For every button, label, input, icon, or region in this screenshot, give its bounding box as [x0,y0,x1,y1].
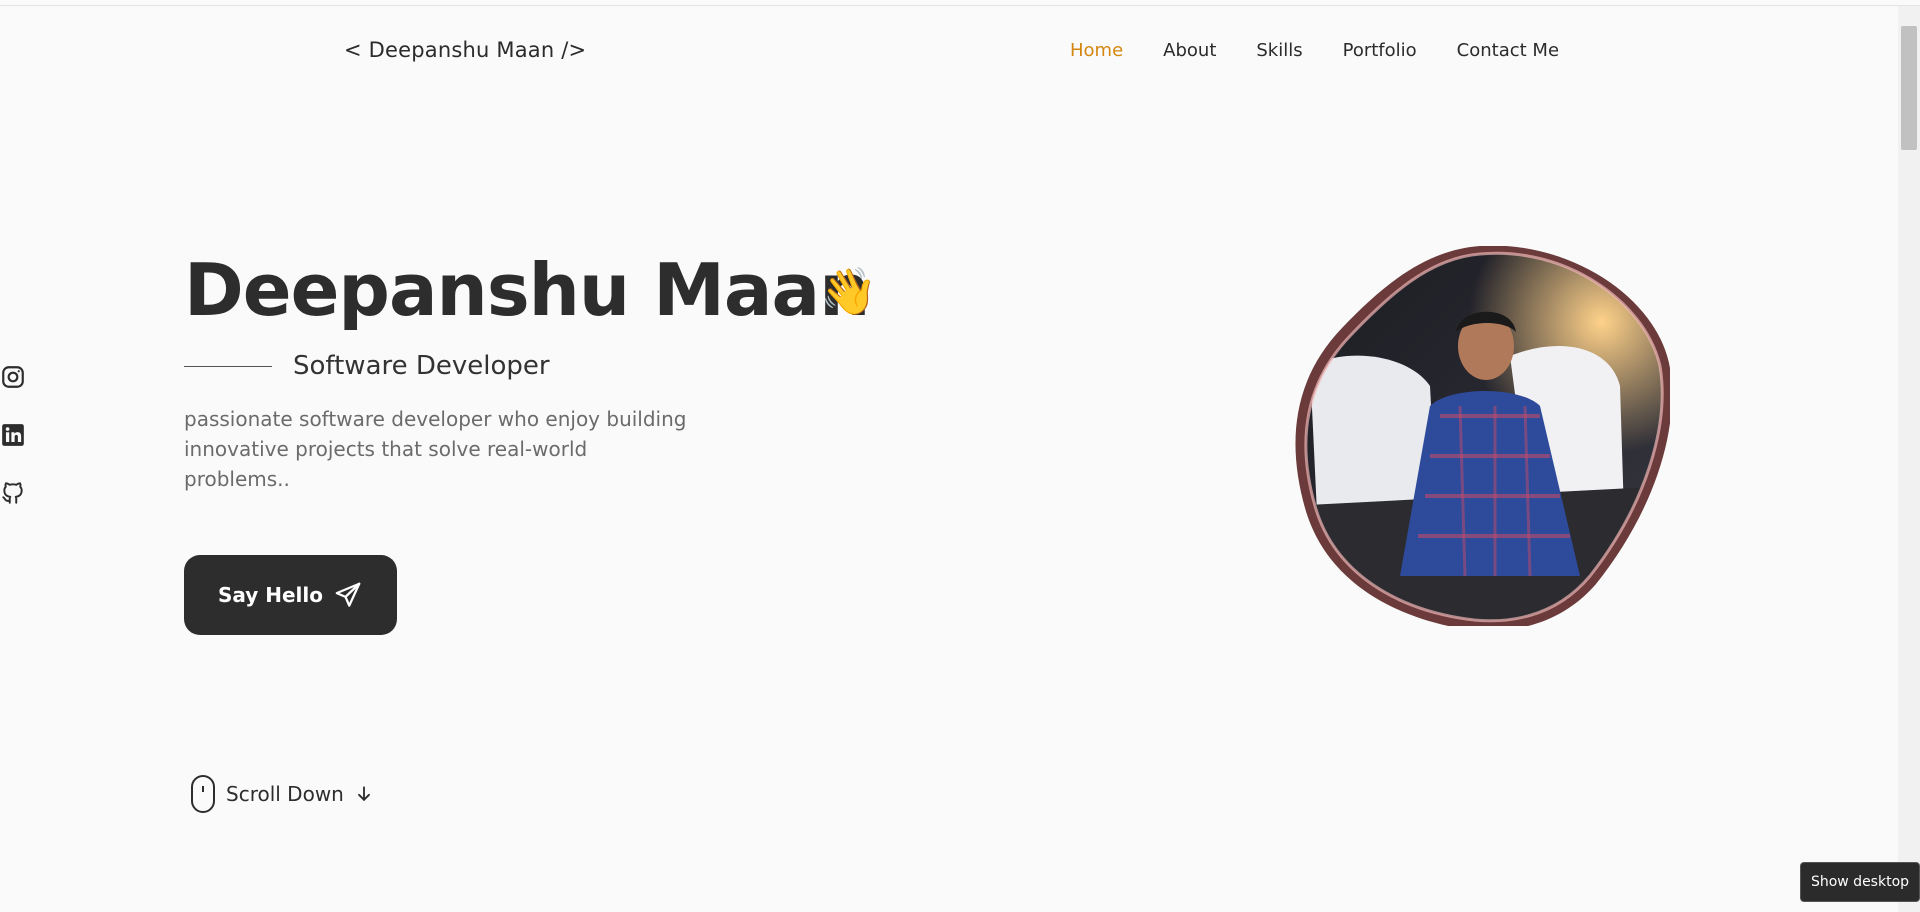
send-icon [335,582,361,607]
github-icon[interactable] [0,480,26,506]
nav-skills[interactable]: Skills [1256,40,1302,61]
nav-about[interactable]: About [1163,40,1216,61]
linkedin-icon[interactable] [0,422,26,448]
arrow-down-icon [357,786,370,801]
hero-role: Software Developer [293,351,550,381]
scroll-down-link[interactable]: Scroll Down [190,774,374,814]
show-desktop-tooltip: Show desktop [1800,862,1920,902]
hero-description: passionate software developer who enjoy … [184,407,687,491]
say-hello-button[interactable]: Say Hello [184,555,397,635]
profile-photo [1295,246,1670,626]
mouse-icon [191,775,215,813]
site-logo[interactable]: < Deepanshu Maan /> [344,38,586,62]
say-hello-label: Say Hello [217,583,324,607]
nav-home[interactable]: Home [1070,40,1123,61]
scroll-down-label: Scroll Down [226,782,344,806]
main-nav: Home About Skills Portfolio Contact Me [1070,40,1559,61]
nav-portfolio[interactable]: Portfolio [1343,40,1417,61]
scrollbar-thumb[interactable] [1901,26,1917,150]
role-divider [184,366,272,367]
instagram-icon[interactable] [0,364,26,390]
wave-emoji-icon: 👋 [820,264,878,318]
nav-contact-me[interactable]: Contact Me [1457,40,1559,61]
page-scrollbar[interactable] [1898,6,1920,912]
browser-top-edge [0,0,1920,6]
hero-name: Deepanshu Maan [184,248,870,332]
